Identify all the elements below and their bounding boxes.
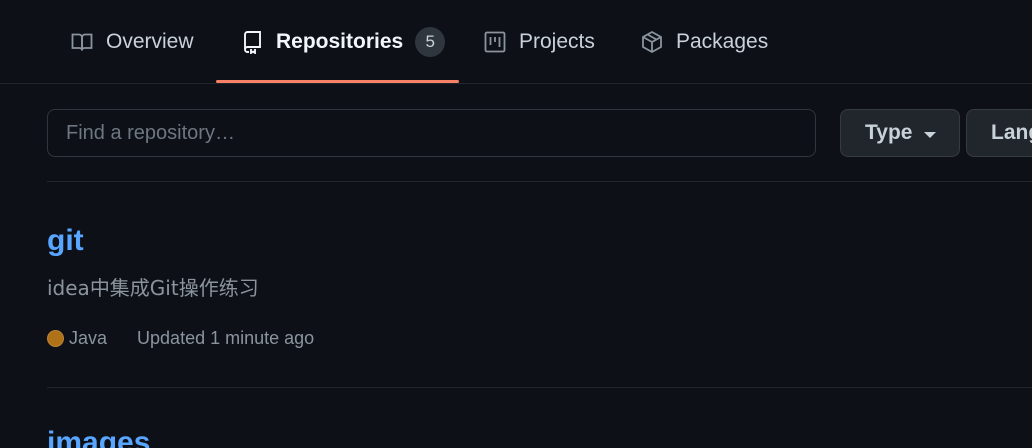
type-filter-button[interactable]: Type <box>840 109 960 157</box>
language-filter-label: Language <box>991 121 1032 144</box>
repo-meta: Java Updated 1 minute ago <box>47 326 314 350</box>
tab-projects[interactable]: Projects <box>483 0 595 84</box>
caret-down-icon <box>924 131 937 138</box>
profile-tab-nav: Overview Repositories 5 Projects Package… <box>0 0 1032 84</box>
repo-count-badge: 5 <box>415 27 446 57</box>
tab-packages-label: Packages <box>676 30 769 53</box>
tab-packages[interactable]: Packages <box>640 0 768 84</box>
tab-projects-label: Projects <box>519 30 595 53</box>
repo-language: Java <box>69 327 108 348</box>
language-filter-button[interactable]: Language <box>966 109 1032 157</box>
repo-name-link[interactable]: images <box>47 426 150 448</box>
divider <box>47 387 1032 388</box>
book-icon <box>70 30 94 54</box>
tab-repositories-label: Repositories <box>276 30 404 53</box>
type-filter-label: Type <box>865 121 913 144</box>
search-input[interactable] <box>47 109 816 157</box>
repo-description: idea中集成Git操作练习 <box>47 276 259 300</box>
divider <box>47 181 1032 182</box>
package-icon <box>640 30 664 54</box>
repo-name-link[interactable]: git <box>47 224 84 258</box>
repo-updated: Updated 1 minute ago <box>137 327 315 348</box>
tab-repositories[interactable]: Repositories 5 <box>216 0 459 84</box>
tab-overview-label: Overview <box>106 30 194 53</box>
project-icon <box>483 30 507 54</box>
tab-overview[interactable]: Overview <box>70 0 194 84</box>
profile-repositories-page: Overview Repositories 5 Projects Package… <box>0 0 1032 448</box>
language-color-dot <box>47 329 64 347</box>
repo-icon <box>240 30 264 54</box>
